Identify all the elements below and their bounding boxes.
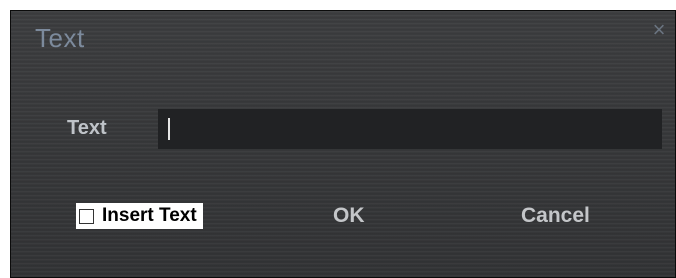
cancel-button[interactable]: Cancel (521, 204, 590, 228)
text-input[interactable] (158, 109, 662, 149)
close-icon[interactable]: × (648, 19, 670, 41)
checkbox-box[interactable] (79, 208, 94, 224)
text-field-label: Text (67, 117, 107, 139)
dialog-title: Text (35, 23, 85, 53)
insert-text-label: Insert Text (102, 205, 197, 226)
ok-button[interactable]: OK (333, 204, 365, 228)
text-cursor (168, 118, 170, 140)
text-dialog: Text × Text Insert Text OK Cancel (10, 10, 676, 278)
insert-text-checkbox[interactable]: Insert Text (76, 203, 203, 229)
